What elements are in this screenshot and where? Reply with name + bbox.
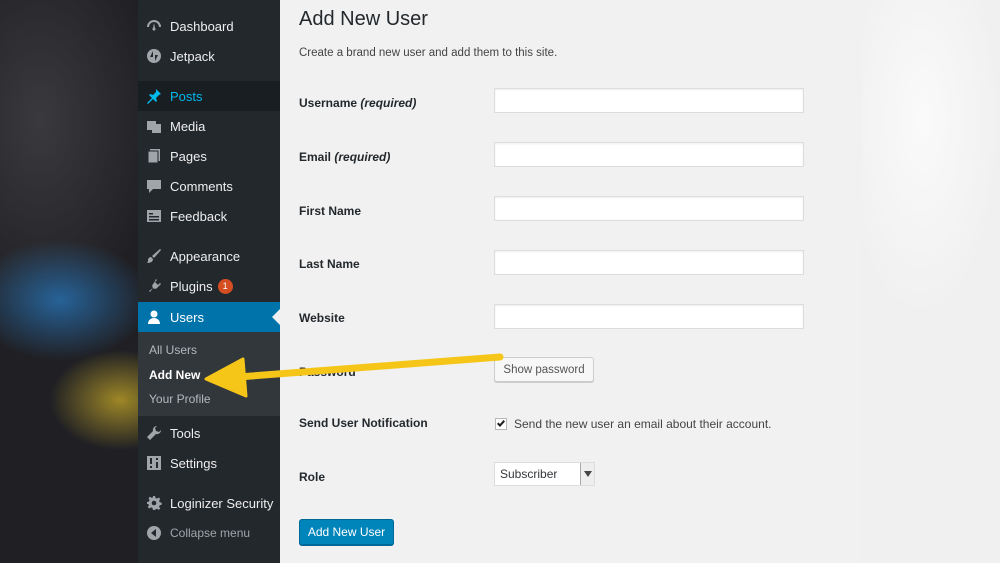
- sidebar-item-loginizer-security[interactable]: Loginizer Security: [138, 488, 280, 518]
- settings-icon: [146, 455, 162, 471]
- sidebar-item-label: Tools: [170, 425, 201, 441]
- comment-icon: [146, 178, 162, 194]
- paintbrush-icon: [146, 248, 162, 264]
- sidebar-item-label: Settings: [170, 455, 217, 471]
- sidebar-item-label: Users: [170, 309, 204, 325]
- sidebar-item-label: Posts: [170, 88, 203, 104]
- jetpack-icon: [146, 48, 162, 64]
- sidebar-item-label: Collapse menu: [170, 526, 251, 540]
- update-count-badge: 1: [217, 278, 233, 294]
- send-notification-label: Send User Notification: [299, 416, 428, 430]
- password-label: Password: [299, 365, 356, 379]
- sidebar-item-appearance[interactable]: Appearance: [138, 241, 280, 271]
- submenu-item-add-new[interactable]: Add New: [149, 368, 200, 382]
- sidebar-item-tools[interactable]: Tools: [138, 418, 280, 448]
- sidebar-item-label: Media: [170, 118, 206, 134]
- sidebar-item-label: Loginizer Security: [170, 495, 274, 511]
- sidebar-item-users[interactable]: Users: [138, 302, 280, 332]
- email-field[interactable]: [494, 142, 804, 167]
- intro-text: Create a brand new user and add them to …: [299, 47, 558, 59]
- role-select[interactable]: Subscriber: [494, 462, 595, 486]
- wrench-icon: [146, 425, 162, 441]
- role-label: Role: [299, 470, 326, 484]
- role-select-value: Subscriber: [500, 467, 558, 481]
- current-page-arrow: [272, 309, 280, 325]
- website-label: Website: [299, 311, 345, 325]
- gear-icon: [146, 495, 162, 511]
- send-notification-text: Send the new user an email about their a…: [514, 417, 772, 431]
- page-title: Add New User: [299, 8, 428, 30]
- username-field[interactable]: [494, 88, 804, 113]
- sidebar-item-label: Plugins: [170, 278, 213, 294]
- first-name-field[interactable]: [494, 196, 804, 221]
- submenu-item-all-users[interactable]: All Users: [149, 343, 197, 357]
- pushpin-icon: [146, 88, 162, 104]
- last-name-field[interactable]: [494, 250, 804, 275]
- sidebar-item-feedback[interactable]: Feedback: [138, 201, 280, 231]
- sidebar-item-dashboard[interactable]: Dashboard: [138, 11, 280, 41]
- sidebar-item-label: Dashboard: [170, 18, 234, 34]
- submenu-item-your-profile[interactable]: Your Profile: [149, 392, 211, 406]
- chevron-down-icon: [580, 463, 594, 485]
- dashboard-icon: [146, 18, 162, 34]
- admin-sidebar: Dashboard Jetpack Posts Media Pages Comm…: [138, 0, 280, 563]
- email-label: Email (required): [299, 150, 391, 164]
- pages-icon: [146, 148, 162, 164]
- username-label: Username (required): [299, 96, 417, 110]
- blurred-background-right: [862, 0, 1000, 563]
- sidebar-item-label: Comments: [170, 178, 233, 194]
- sidebar-item-comments[interactable]: Comments: [138, 171, 280, 201]
- sidebar-item-posts[interactable]: Posts: [138, 81, 280, 111]
- blurred-background-left: [0, 0, 138, 563]
- add-new-user-form: Add New User Create a brand new user and…: [280, 0, 862, 563]
- add-new-user-button[interactable]: Add New User: [299, 519, 394, 545]
- checkmark-icon: [497, 420, 505, 427]
- show-password-button[interactable]: Show password: [494, 357, 594, 382]
- collapse-menu-button[interactable]: Collapse menu: [138, 518, 280, 548]
- sidebar-item-label: Appearance: [170, 248, 241, 264]
- feedback-icon: [146, 208, 162, 224]
- first-name-label: First Name: [299, 204, 362, 218]
- sidebar-item-media[interactable]: Media: [138, 111, 280, 141]
- sidebar-item-label: Feedback: [170, 208, 228, 224]
- last-name-label: Last Name: [299, 257, 360, 271]
- sidebar-item-pages[interactable]: Pages: [138, 141, 280, 171]
- sidebar-item-label: Pages: [170, 148, 207, 164]
- user-icon: [146, 309, 162, 325]
- send-notification-checkbox[interactable]: [495, 418, 507, 430]
- sidebar-item-label: Jetpack: [170, 48, 215, 64]
- website-field[interactable]: [494, 304, 804, 329]
- sidebar-item-settings[interactable]: Settings: [138, 448, 280, 478]
- sidebar-item-plugins[interactable]: Plugins 1: [138, 271, 280, 301]
- sidebar-item-jetpack[interactable]: Jetpack: [138, 41, 280, 71]
- media-icon: [146, 118, 162, 134]
- collapse-icon: [146, 525, 162, 541]
- plugin-icon: [146, 278, 162, 294]
- users-submenu: All Users Add New Your Profile: [138, 332, 280, 416]
